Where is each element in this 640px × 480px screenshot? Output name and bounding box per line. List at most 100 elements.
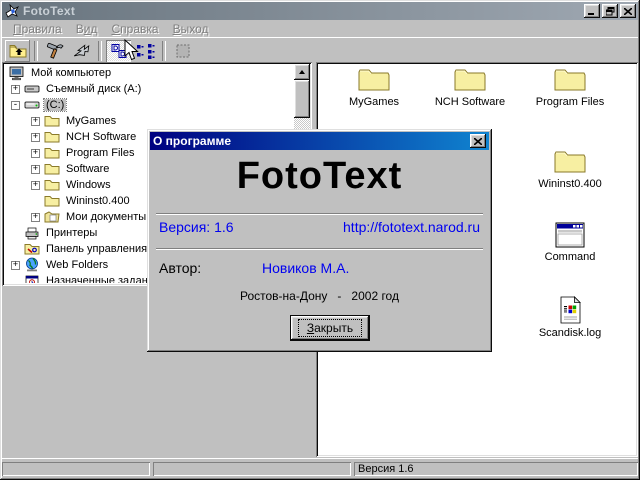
file-item-command[interactable]: Command <box>524 222 616 263</box>
tree-item-label[interactable]: Панель управления <box>44 243 149 255</box>
menu-vykhod[interactable]: Выход <box>166 21 216 37</box>
tree-item-label[interactable]: Принтеры <box>44 227 99 239</box>
restore-button[interactable] <box>602 4 618 18</box>
tree-item-my-computer[interactable]: Мой компьютер <box>5 65 293 81</box>
expand-toggle[interactable]: + <box>11 85 20 94</box>
dialog-title: О программе <box>153 134 231 148</box>
select-items-button[interactable] <box>133 40 158 62</box>
menu-vid[interactable]: Вид <box>69 21 105 37</box>
version-text: Версия: 1.6 <box>159 219 234 235</box>
toolbar-separator <box>34 41 38 61</box>
details-view-icon <box>109 42 129 60</box>
details-view-button[interactable] <box>106 40 131 62</box>
menu-spravka[interactable]: Справка <box>104 21 165 37</box>
app-logo-icon <box>4 3 20 19</box>
tree-item-label[interactable]: Назначенные задан <box>44 275 150 283</box>
up-level-folder-icon <box>8 42 28 60</box>
dialog-close-button[interactable] <box>470 134 486 148</box>
close-button[interactable] <box>620 4 636 18</box>
scheduled-tasks-icon <box>24 273 40 283</box>
expand-toggle[interactable]: + <box>31 133 40 142</box>
window-titlebar[interactable]: FotoText <box>2 2 638 20</box>
application-window-icon <box>555 222 585 248</box>
file-label[interactable]: MyGames <box>328 96 420 108</box>
folder-icon <box>554 148 586 175</box>
tools-button[interactable] <box>42 40 67 62</box>
folder-icon <box>44 129 60 145</box>
separator <box>156 213 483 215</box>
menu-pravila[interactable]: Правила <box>6 21 69 37</box>
status-version-text: Версия 1.6 <box>358 463 414 475</box>
city-year-text: Ростов-на-Дону - 2002 год <box>147 289 492 303</box>
folder-icon <box>44 113 60 129</box>
folder-icon <box>44 177 60 193</box>
expand-toggle[interactable]: + <box>11 261 20 270</box>
close-icon <box>624 8 632 15</box>
hard-drive-icon <box>24 97 40 113</box>
restore-icon <box>606 7 615 16</box>
expand-toggle[interactable]: + <box>31 213 40 222</box>
tree-item-label[interactable]: Program Files <box>64 147 136 159</box>
select-items-icon <box>135 42 157 60</box>
scroll-up-button[interactable] <box>294 64 310 80</box>
up-level-button[interactable] <box>5 40 30 62</box>
folder-icon <box>454 66 486 93</box>
file-label[interactable]: Wininst0.400 <box>524 178 616 190</box>
expand-toggle[interactable]: + <box>31 165 40 174</box>
expand-toggle[interactable]: - <box>11 101 20 110</box>
tree-item-label[interactable]: NCH Software <box>64 131 138 143</box>
status-bar: Версия 1.6 <box>2 458 638 478</box>
dialog-app-name: FotoText <box>147 155 492 198</box>
author-name: Новиков М.А. <box>262 260 349 276</box>
file-item-scandisk-log[interactable]: Scandisk.log <box>524 296 616 339</box>
run-button[interactable] <box>69 40 94 62</box>
dialog-titlebar[interactable]: О программе <box>150 132 489 150</box>
file-label[interactable]: Program Files <box>524 96 616 108</box>
expand-toggle[interactable]: + <box>31 149 40 158</box>
status-panel-2 <box>153 462 351 476</box>
minimize-button[interactable] <box>584 4 600 18</box>
tree-item-label[interactable]: Windows <box>64 179 113 191</box>
tree-item-label[interactable]: Software <box>64 163 111 175</box>
app-window: FotoText Правила Вид Справка Выход <box>0 0 640 480</box>
toolbar <box>2 37 638 63</box>
tree-item-label[interactable]: Мой компьютер <box>29 67 113 79</box>
folder-icon <box>554 66 586 93</box>
expand-toggle[interactable]: + <box>31 181 40 190</box>
file-label[interactable]: Scandisk.log <box>524 327 616 339</box>
file-item-mygames[interactable]: MyGames <box>328 66 420 108</box>
tree-item-label[interactable]: Web Folders <box>44 259 110 271</box>
file-item-wininst[interactable]: Wininst0.400 <box>524 148 616 190</box>
file-label[interactable]: Command <box>524 251 616 263</box>
status-panel-version: Версия 1.6 <box>354 462 638 476</box>
tree-item-label[interactable]: MyGames <box>64 115 118 127</box>
folder-icon <box>44 161 60 177</box>
scroll-thumb[interactable] <box>294 80 310 118</box>
about-dialog: О программе FotoText Версия: 1.6 http://… <box>147 129 492 352</box>
printers-icon <box>24 225 40 241</box>
folder-icon <box>44 193 60 209</box>
toolbar-separator <box>98 41 102 61</box>
folder-icon <box>358 66 390 93</box>
tree-item-label[interactable]: Wininst0.400 <box>64 195 132 207</box>
tree-item-drive-c[interactable]: - (C:) <box>5 97 293 113</box>
close-icon <box>474 138 482 145</box>
expand-toggle[interactable]: + <box>31 117 40 126</box>
file-item-nch-software[interactable]: NCH Software <box>424 66 516 108</box>
web-folders-globe-icon <box>24 257 40 273</box>
selection-rect-button[interactable] <box>170 40 195 62</box>
tree-item-label[interactable]: Съемный диск (A:) <box>44 83 143 95</box>
tree-item-label[interactable]: Мои документы <box>64 211 148 223</box>
arrow-3d-icon <box>72 42 92 60</box>
window-title: FotoText <box>23 4 75 18</box>
tree-item-mygames[interactable]: + MyGames <box>5 113 293 129</box>
dialog-close-action-button[interactable]: Закрыть <box>290 315 370 341</box>
file-item-program-files[interactable]: Program Files <box>524 66 616 108</box>
file-label[interactable]: NCH Software <box>424 96 516 108</box>
arrow-up-icon <box>299 70 305 74</box>
separator <box>156 248 483 250</box>
website-link[interactable]: http://fototext.narod.ru <box>343 219 480 235</box>
tree-item-label[interactable]: (C:) <box>44 99 66 111</box>
menu-bar: Правила Вид Справка Выход <box>2 20 638 37</box>
tree-item-floppy-a[interactable]: + Съемный диск (A:) <box>5 81 293 97</box>
